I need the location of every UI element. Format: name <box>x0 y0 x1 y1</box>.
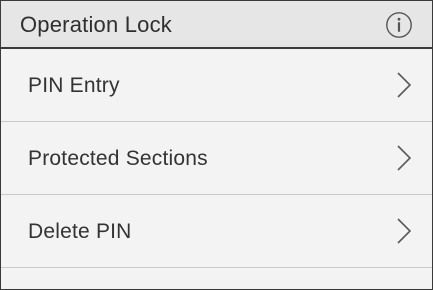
page-title: Operation Lock <box>20 12 172 37</box>
info-icon <box>386 12 412 38</box>
empty-list-area <box>1 268 432 289</box>
operation-lock-screen: Operation Lock PIN Entry Protected Secti… <box>0 0 433 290</box>
menu-list: PIN Entry Protected Sections Delete PIN <box>1 49 432 268</box>
header-bar: Operation Lock <box>1 1 432 49</box>
chevron-right-icon <box>397 145 412 171</box>
menu-item-label: Delete PIN <box>28 220 132 243</box>
menu-item-protected-sections[interactable]: Protected Sections <box>1 122 432 195</box>
chevron-right-icon <box>397 218 412 244</box>
menu-item-delete-pin[interactable]: Delete PIN <box>1 195 432 268</box>
menu-item-label: PIN Entry <box>28 74 120 97</box>
menu-item-label: Protected Sections <box>28 147 208 170</box>
info-button[interactable] <box>385 11 413 39</box>
menu-item-pin-entry[interactable]: PIN Entry <box>1 49 432 122</box>
chevron-right-icon <box>397 72 412 98</box>
